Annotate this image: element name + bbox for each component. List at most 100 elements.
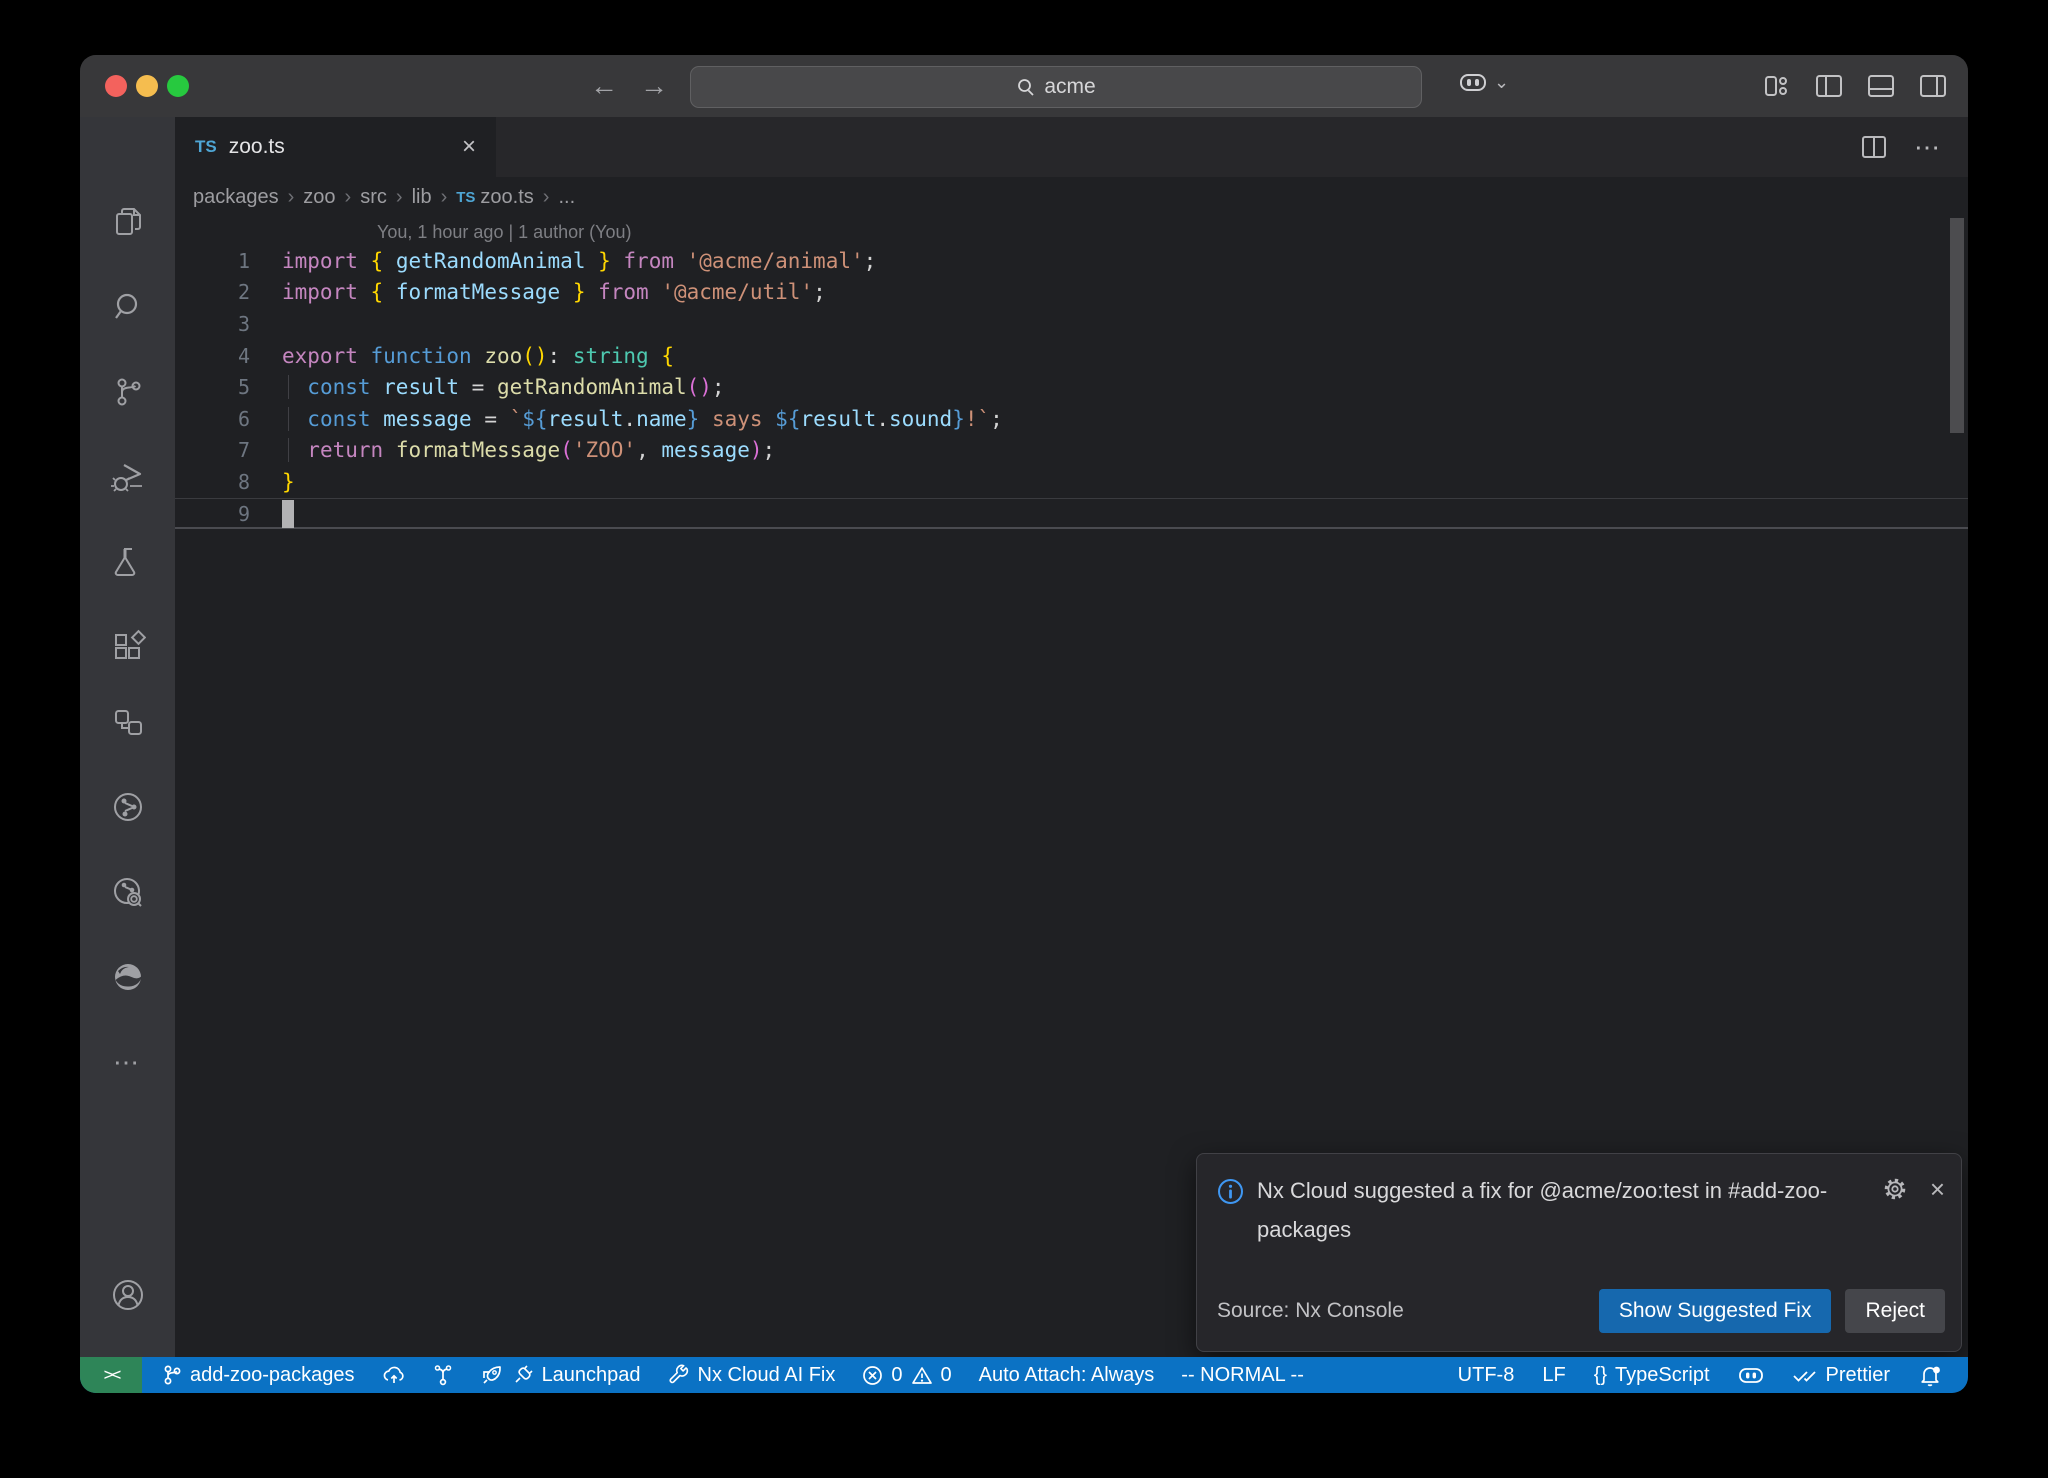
title-bar: ← → acme ⌄	[80, 55, 1968, 117]
notification-settings-gear-icon[interactable]	[1882, 1176, 1908, 1202]
back-button[interactable]: ←	[590, 70, 618, 102]
code-line[interactable]: 5 const result = getRandomAnimal();	[175, 371, 1968, 403]
code-line[interactable]: 3	[175, 308, 1968, 340]
typescript-file-icon: TS	[195, 137, 217, 157]
indent-guide	[288, 438, 289, 462]
zoom-window-button[interactable]	[167, 75, 189, 97]
code-line[interactable]: 4export function zoo(): string {	[175, 340, 1968, 372]
publish-cloud-icon[interactable]	[382, 1364, 406, 1386]
customize-layout-icon[interactable]	[1762, 73, 1792, 99]
chevron-down-icon: ⌄	[1494, 72, 1509, 93]
copilot-icon	[1738, 1364, 1764, 1386]
nx-cloud-icon[interactable]	[80, 777, 175, 837]
notification-toast: Nx Cloud suggested a fix for @acme/zoo:t…	[1196, 1153, 1962, 1352]
indent-guide	[288, 375, 289, 399]
copilot-menu[interactable]: ⌄	[1458, 69, 1509, 95]
breadcrumb-separator-icon: ›	[396, 186, 403, 209]
code-line[interactable]: 6 const message = `${result.name} says $…	[175, 403, 1968, 435]
text-cursor	[282, 500, 294, 528]
editor-more-actions-icon[interactable]: ⋯	[1914, 132, 1940, 163]
prettier-item[interactable]: Prettier	[1792, 1364, 1890, 1387]
toggle-secondary-sidebar-icon[interactable]	[1918, 73, 1948, 99]
show-suggested-fix-button[interactable]: Show Suggested Fix	[1599, 1289, 1832, 1333]
notification-message: Nx Cloud suggested a fix for @acme/zoo:t…	[1257, 1172, 1867, 1249]
toggle-panel-icon[interactable]	[1866, 73, 1896, 99]
nx-project-graph-icon[interactable]	[80, 862, 175, 922]
status-bar: >< add-zoo-packages Launchpad	[80, 1357, 1968, 1393]
line-number: 8	[175, 470, 250, 494]
language-mode-item[interactable]: {} TypeScript	[1594, 1364, 1710, 1387]
notification-close-icon[interactable]: ×	[1930, 1176, 1945, 1202]
vscode-window: ← → acme ⌄	[80, 55, 1968, 1393]
typescript-file-icon: TS	[456, 189, 475, 206]
traffic-lights	[105, 75, 189, 97]
code-lines: 1import { getRandomAnimal } from '@acme/…	[175, 245, 1968, 529]
forward-button[interactable]: →	[640, 70, 668, 102]
breadcrumb-item[interactable]: zoo	[303, 186, 335, 209]
breadcrumb-item[interactable]: lib	[412, 186, 432, 209]
edge-browser-icon[interactable]	[80, 947, 175, 1007]
testing-icon[interactable]	[80, 532, 175, 592]
code-line[interactable]: 9	[175, 498, 1968, 530]
breadcrumb-item[interactable]: ...	[558, 186, 575, 209]
line-number: 1	[175, 249, 250, 273]
reject-button[interactable]: Reject	[1845, 1289, 1945, 1333]
pipeline-icon[interactable]	[433, 1364, 453, 1386]
problems-item[interactable]: 0 0	[862, 1364, 951, 1387]
breadcrumb-item[interactable]: packages	[193, 186, 279, 209]
run-debug-icon[interactable]	[80, 447, 175, 507]
copilot-icon	[1458, 69, 1488, 95]
breadcrumb-item[interactable]: src	[360, 186, 387, 209]
notifications-bell-icon[interactable]	[1918, 1363, 1942, 1387]
eol-item[interactable]: LF	[1542, 1364, 1565, 1387]
nx-console-icon[interactable]	[80, 692, 175, 752]
plug-icon	[512, 1364, 534, 1386]
breadcrumb-separator-icon: ›	[345, 186, 352, 209]
copilot-status-item[interactable]	[1738, 1364, 1764, 1386]
wrench-icon	[668, 1364, 690, 1386]
gitlens-annotation: You, 1 hour ago | 1 author (You)	[377, 222, 632, 243]
auto-attach-item[interactable]: Auto Attach: Always	[979, 1364, 1155, 1387]
breadcrumb[interactable]: packages › zoo › src › lib › TSzoo.ts ›...	[175, 177, 1968, 217]
search-view-icon[interactable]	[80, 277, 175, 337]
vim-mode-indicator[interactable]: -- NORMAL --	[1181, 1364, 1304, 1387]
tab-zoo-ts[interactable]: TS zoo.ts ×	[175, 117, 496, 177]
explorer-icon[interactable]	[80, 192, 175, 252]
code-line[interactable]: 7 return formatMessage('ZOO', message);	[175, 435, 1968, 467]
breadcrumb-separator-icon: ›	[441, 186, 448, 209]
encoding-item[interactable]: UTF-8	[1458, 1364, 1515, 1387]
command-center-search[interactable]: acme	[690, 66, 1422, 108]
search-icon	[1016, 77, 1036, 97]
line-number: 6	[175, 407, 250, 431]
extensions-icon[interactable]	[80, 617, 175, 677]
indent-guide	[288, 407, 289, 431]
line-number: 5	[175, 375, 250, 399]
accounts-icon[interactable]	[80, 1265, 175, 1325]
split-editor-icon[interactable]	[1860, 134, 1888, 160]
nx-cloud-ai-fix-item[interactable]: Nx Cloud AI Fix	[668, 1364, 836, 1387]
code-line[interactable]: 8}	[175, 466, 1968, 498]
code-line[interactable]: 2import { formatMessage } from '@acme/ut…	[175, 277, 1968, 309]
line-number: 3	[175, 312, 250, 336]
activity-bar: ⋯	[80, 117, 175, 1357]
rocket-icon	[480, 1363, 504, 1387]
breadcrumb-separator-icon: ›	[288, 186, 295, 209]
breadcrumb-separator-icon: ›	[543, 186, 550, 209]
launchpad-item[interactable]: Launchpad	[480, 1363, 641, 1387]
close-window-button[interactable]	[105, 75, 127, 97]
breadcrumb-item[interactable]: TSzoo.ts	[456, 186, 534, 209]
braces-icon: {}	[1594, 1364, 1607, 1387]
tab-close-icon[interactable]: ×	[462, 135, 476, 159]
source-control-icon[interactable]	[80, 362, 175, 422]
editor-scrollbar[interactable]	[1950, 218, 1964, 433]
tab-label: zoo.ts	[229, 135, 285, 159]
warning-icon	[911, 1365, 933, 1386]
more-views-icon[interactable]: ⋯	[80, 1032, 175, 1092]
minimize-window-button[interactable]	[136, 75, 158, 97]
line-number: 4	[175, 344, 250, 368]
toggle-primary-sidebar-icon[interactable]	[1814, 73, 1844, 99]
info-icon	[1217, 1172, 1244, 1205]
remote-indicator[interactable]: ><	[80, 1357, 142, 1393]
git-branch-item[interactable]: add-zoo-packages	[162, 1364, 355, 1387]
code-line[interactable]: 1import { getRandomAnimal } from '@acme/…	[175, 245, 1968, 277]
